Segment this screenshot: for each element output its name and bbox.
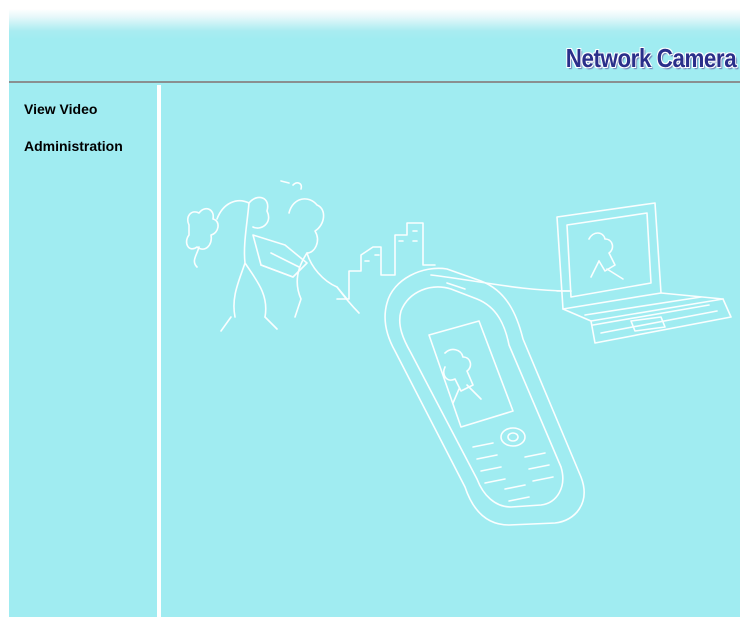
sidebar-nav: View Video Administration	[9, 85, 157, 617]
sidebar-item-view-video[interactable]: View Video	[24, 101, 97, 117]
camera-mobile-laptop-illustration	[185, 180, 732, 526]
laptop-icon	[556, 202, 732, 344]
brand-title: Network Camera	[565, 43, 737, 73]
header-divider	[9, 81, 740, 83]
main-content	[161, 85, 740, 617]
city-skyline-icon	[336, 222, 436, 300]
page-frame: Network Camera View Video Administration	[9, 9, 740, 617]
header-banner: Network Camera	[9, 9, 740, 81]
people-sketch-icon	[185, 180, 360, 332]
sidebar-item-administration[interactable]: Administration	[24, 138, 123, 154]
mobile-phone-icon	[384, 267, 585, 526]
